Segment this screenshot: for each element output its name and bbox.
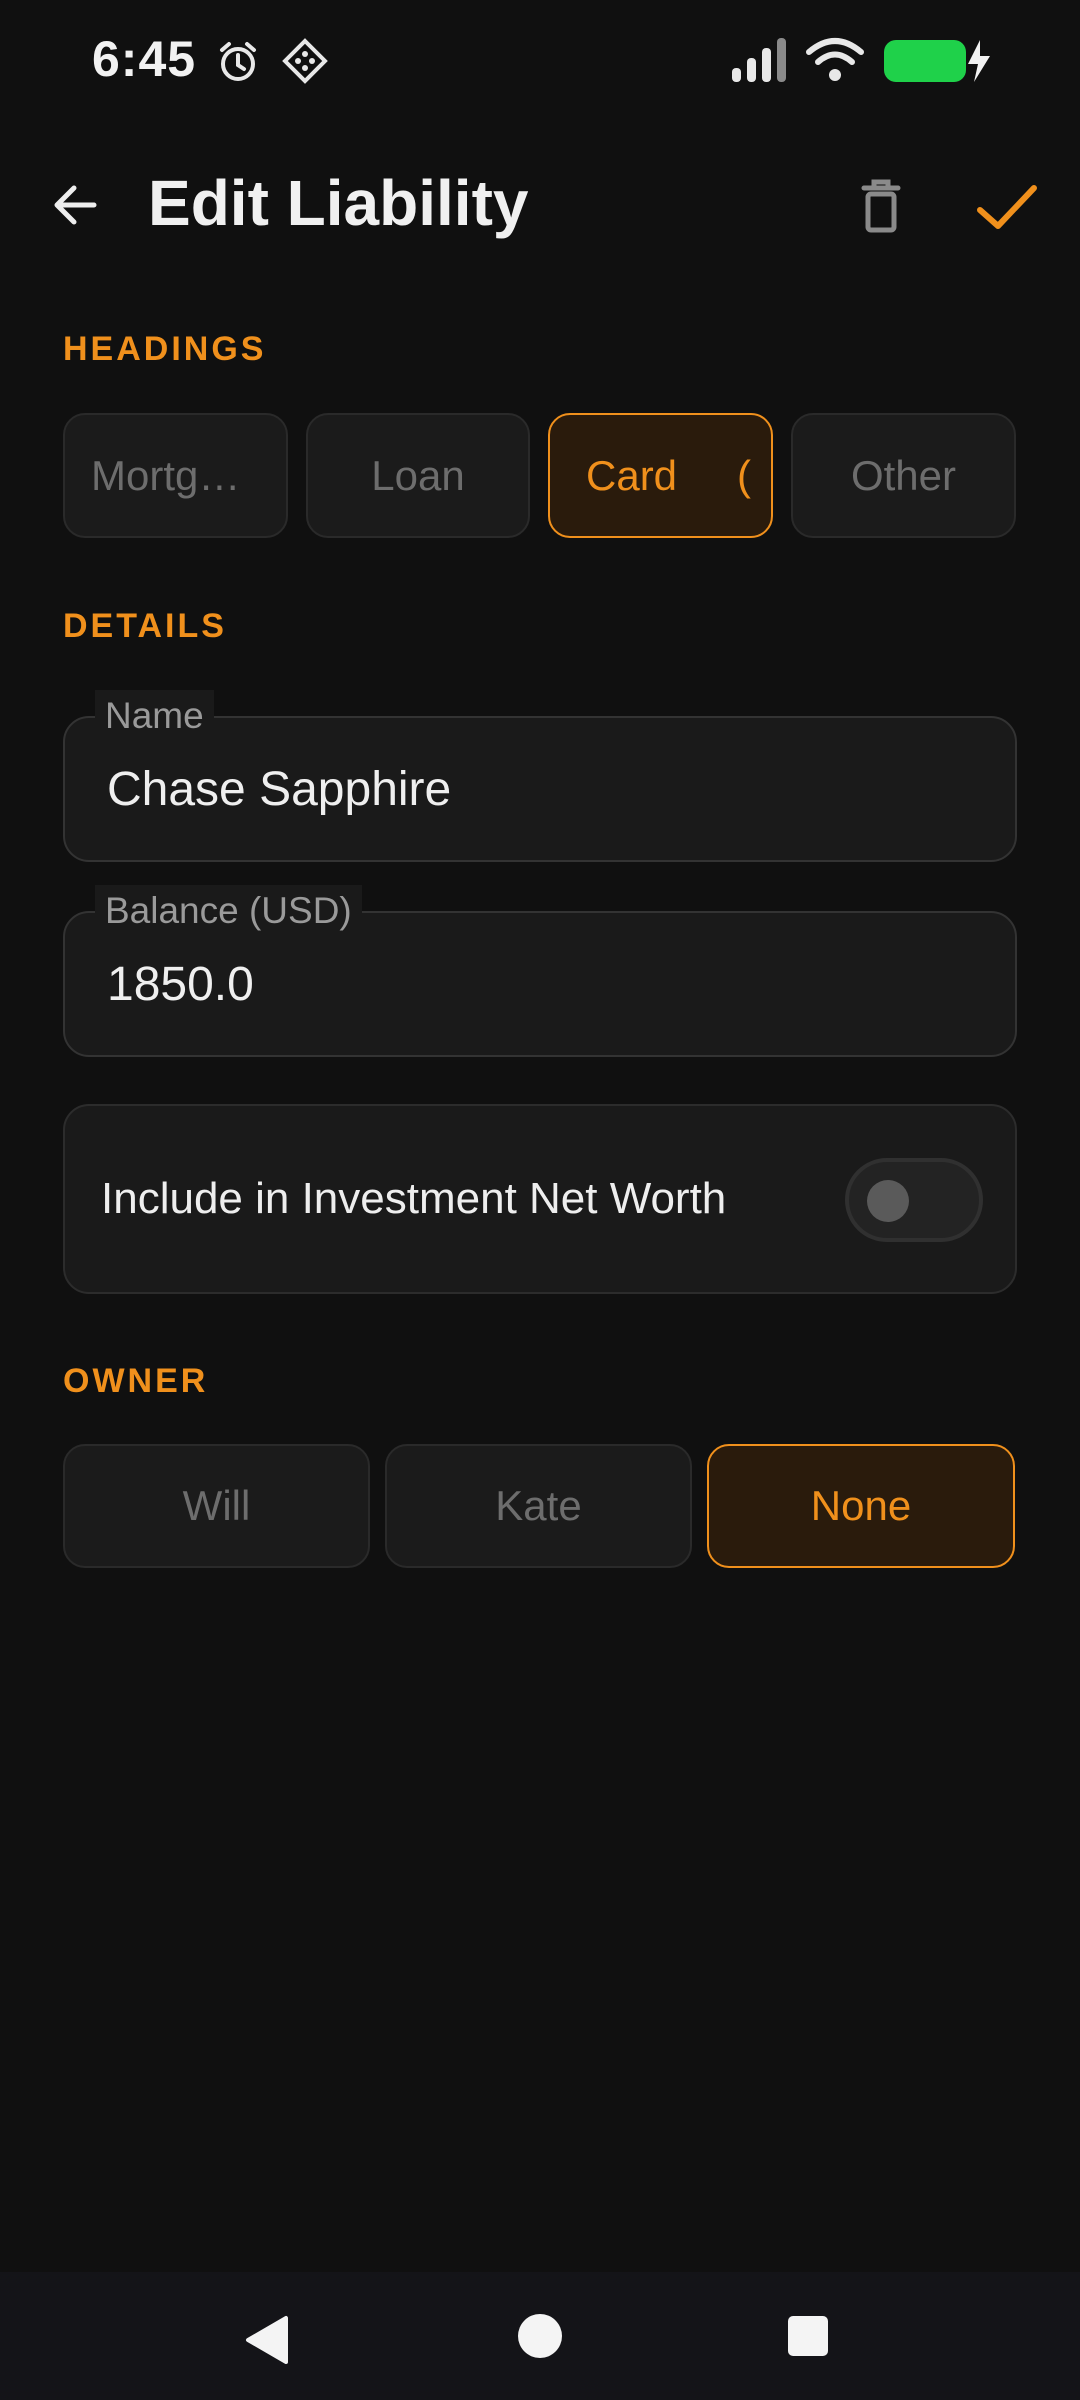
alarm-icon [216,40,260,89]
chip-label: Kate [495,1482,582,1529]
owner-chip-will[interactable]: Will [63,1444,370,1568]
wifi-icon [806,36,864,89]
recents-square-icon [788,2316,828,2356]
status-bar: 6:45 [0,0,1080,120]
back-triangle-icon [246,2316,288,2364]
signal-icon [730,36,790,89]
balance-field-value: 1850.0 [107,958,254,1011]
trash-icon [861,179,901,233]
app-bar: Edit Liability [0,140,1080,270]
net-worth-toggle-row[interactable]: Include in Investment Net Worth [63,1104,1017,1294]
chip-label: Mortg… [91,451,241,499]
check-icon [977,185,1037,229]
nav-home-button[interactable] [516,2312,564,2365]
delete-button[interactable] [846,172,916,242]
details-section-header: DETAILS [63,607,227,645]
nav-recents-button[interactable] [786,2314,830,2363]
page-title: Edit Liability [148,167,529,239]
chip-label: None [810,1482,912,1529]
name-field[interactable]: Name Chase Sapphire [63,690,1017,862]
back-button[interactable] [40,170,110,240]
chip-label: Other [850,451,957,499]
net-worth-toggle-label: Include in Investment Net Worth [101,1174,727,1223]
system-nav-bar [0,2272,1080,2400]
owner-chip-none[interactable]: None [707,1444,1015,1568]
arrow-left-icon [54,185,97,225]
heading-chip-loan[interactable]: Loan [306,413,530,538]
owner-section-header: OWNER [63,1362,209,1400]
heading-chip-card[interactable]: Card ( [548,413,773,538]
chip-label: Card [586,451,678,499]
battery-charging-icon [882,38,992,89]
heading-chip-other[interactable]: Other [791,413,1016,538]
owner-chip-kate[interactable]: Kate [385,1444,692,1568]
save-button[interactable] [970,172,1044,242]
chip-label: Will [182,1482,251,1529]
balance-field-label: Balance (USD) [95,885,362,937]
app-notification-icon [282,38,328,89]
net-worth-toggle-switch[interactable] [845,1158,983,1242]
name-field-value: Chase Sapphire [107,763,452,816]
balance-field[interactable]: Balance (USD) 1850.0 [63,885,1017,1057]
status-time: 6:45 [92,31,197,87]
heading-chip-mortgage[interactable]: Mortg… [63,413,288,538]
chip-label-overflow: ( [737,451,752,499]
name-field-label: Name [95,690,214,742]
home-circle-icon [518,2314,562,2358]
chip-label: Loan [371,451,465,499]
nav-back-button[interactable] [240,2312,296,2373]
headings-section-header: HEADINGS [63,330,267,368]
toggle-knob [867,1180,909,1222]
